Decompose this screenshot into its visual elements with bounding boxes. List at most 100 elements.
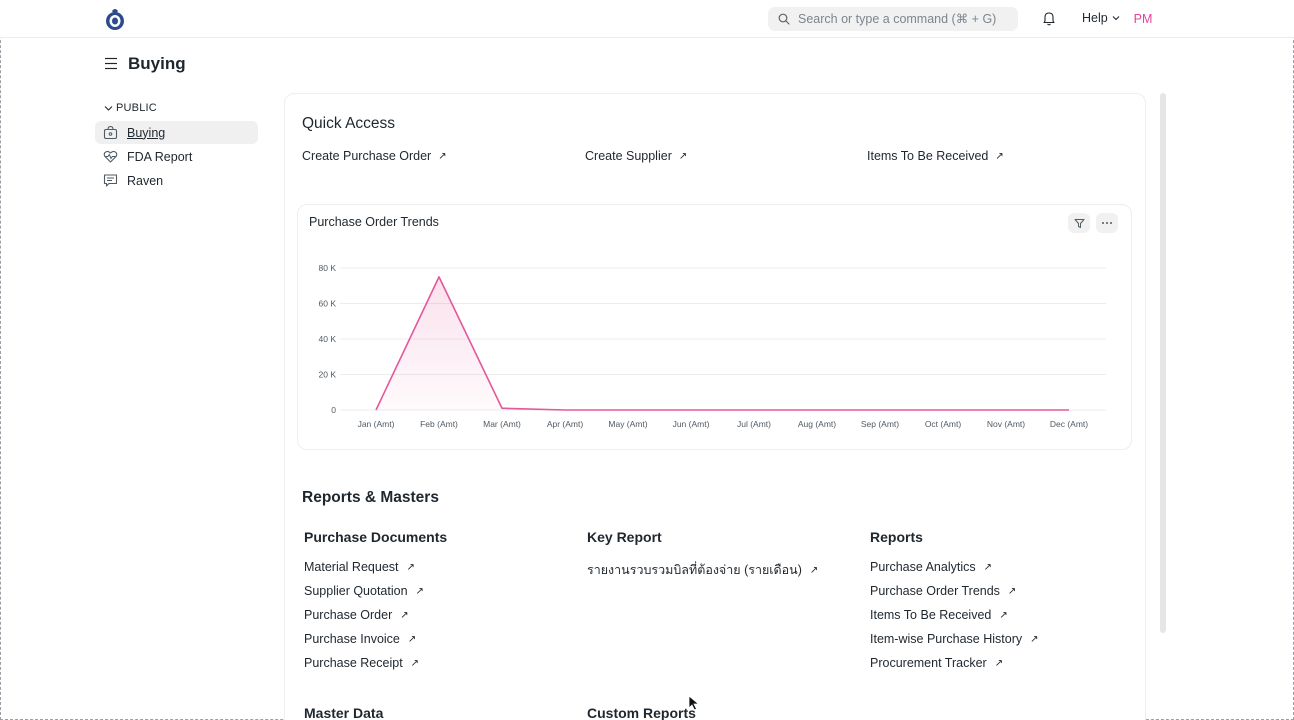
- chat-icon: [103, 173, 119, 189]
- group-title-reports: Reports: [870, 529, 923, 545]
- arrow-up-right-icon: ↗: [438, 150, 447, 162]
- chevron-down-icon: [1112, 16, 1120, 21]
- report-link[interactable]: Purchase Invoice ↗: [304, 632, 416, 646]
- report-link[interactable]: Supplier Quotation ↗: [304, 584, 424, 598]
- group-title-master-data: Master Data: [304, 705, 384, 720]
- filter-icon: [1074, 218, 1084, 228]
- navbar: Help PM: [0, 0, 1294, 38]
- quick-access-link-items-to-be-received[interactable]: Items To Be Received ↗: [867, 149, 1004, 163]
- sidebar-item-label: Buying: [127, 125, 166, 140]
- vertical-scrollbar[interactable]: [1160, 93, 1166, 633]
- page-title: Buying: [128, 54, 186, 73]
- link-label: Purchase Analytics: [870, 560, 976, 574]
- heart-pulse-icon: [103, 149, 119, 165]
- chart-title: Purchase Order Trends: [309, 215, 439, 229]
- group-title-custom-reports: Custom Reports: [587, 705, 696, 720]
- help-menu-button[interactable]: Help: [1082, 11, 1120, 25]
- search-input[interactable]: [798, 12, 998, 26]
- arrow-up-right-icon: ↗: [410, 657, 420, 669]
- report-link[interactable]: Purchase Order Trends ↗: [870, 584, 1016, 598]
- link-label: Create Purchase Order: [302, 149, 432, 163]
- help-label: Help: [1082, 11, 1108, 25]
- avatar-initials: PM: [1133, 12, 1153, 26]
- link-label: Supplier Quotation: [304, 584, 408, 598]
- x-tick-label: May (Amt): [608, 419, 647, 429]
- arrow-up-right-icon: ↗: [678, 150, 688, 162]
- link-label: Material Request: [304, 560, 399, 574]
- arrow-up-right-icon: ↗: [995, 150, 1004, 162]
- y-tick-label: 80 K: [319, 263, 337, 273]
- quick-access-title: Quick Access: [302, 115, 396, 132]
- arrow-up-right-icon: ↗: [1030, 633, 1039, 645]
- arrow-up-right-icon: ↗: [994, 657, 1004, 669]
- x-tick-label: Oct (Amt): [925, 419, 962, 429]
- link-label: Purchase Receipt: [304, 656, 403, 670]
- arrow-up-right-icon: ↗: [999, 609, 1008, 621]
- group-title-key-report: Key Report: [587, 529, 662, 545]
- x-tick-label: Nov (Amt): [987, 419, 1025, 429]
- mouse-cursor-icon: [688, 695, 700, 711]
- group-title-purchase-documents: Purchase Documents: [304, 529, 448, 545]
- report-link[interactable]: Item-wise Purchase History ↗: [870, 632, 1039, 646]
- link-label: Purchase Order Trends: [870, 584, 1000, 598]
- x-tick-label: Mar (Amt): [483, 419, 521, 429]
- arrow-up-right-icon: ↗: [983, 561, 992, 573]
- link-label: Purchase Invoice: [304, 632, 400, 646]
- x-tick-label: Jul (Amt): [737, 419, 771, 429]
- report-link[interactable]: Purchase Analytics ↗: [870, 560, 992, 574]
- sidebar-item-label: FDA Report: [127, 149, 193, 164]
- chevron-down-icon: [104, 105, 113, 111]
- chart-area-fill: [376, 276, 1069, 410]
- shopping-bag-icon: [103, 125, 119, 141]
- sidebar-section-label: PUBLIC: [116, 102, 157, 114]
- search-icon: [778, 13, 790, 25]
- quick-access-link-create-purchase-order[interactable]: Create Purchase Order ↗: [302, 149, 447, 163]
- x-tick-label: Jun (Amt): [673, 419, 710, 429]
- link-label: Items To Be Received: [867, 149, 989, 163]
- arrow-up-right-icon: ↗: [809, 564, 819, 576]
- arrow-up-right-icon: ↗: [407, 633, 417, 645]
- link-label: Item-wise Purchase History: [870, 632, 1023, 646]
- link-label: รายงานรวบรวมบิลที่ต้องจ่าย (รายเดือน): [587, 563, 802, 577]
- quick-access-link-create-supplier[interactable]: Create Supplier ↗: [585, 149, 687, 163]
- arrow-up-right-icon: ↗: [400, 609, 409, 621]
- sidebar-section-public[interactable]: PUBLIC: [104, 102, 157, 114]
- arrow-up-right-icon: ↗: [406, 561, 415, 573]
- x-tick-label: Jan (Amt): [358, 419, 395, 429]
- report-link[interactable]: Material Request ↗: [304, 560, 415, 574]
- sidebar-item-fda-report[interactable]: FDA Report: [95, 145, 258, 168]
- sidebar-item-raven[interactable]: Raven: [95, 169, 258, 192]
- search-bar[interactable]: [768, 7, 1018, 31]
- link-label: Purchase Order: [304, 608, 393, 622]
- purchase-order-trends-chart: 0 20 K 40 K 60 K 80 K Jan (Amt) Feb (Amt) Mar (…: [319, 263, 1106, 429]
- y-tick-label: 20 K: [319, 370, 337, 380]
- sidebar-item-label: Raven: [127, 173, 164, 188]
- reports-masters-title: Reports & Masters: [302, 489, 439, 506]
- x-tick-label: Apr (Amt): [547, 419, 584, 429]
- report-link[interactable]: Procurement Tracker ↗: [870, 656, 1003, 670]
- app-logo-icon[interactable]: [104, 7, 126, 31]
- link-label: Items To Be Received: [870, 608, 992, 622]
- link-label: Procurement Tracker: [870, 656, 987, 670]
- report-link[interactable]: รายงานรวบรวมบิลที่ต้องจ่าย (รายเดือน) ↗: [587, 560, 818, 580]
- x-tick-label: Sep (Amt): [861, 419, 899, 429]
- report-link[interactable]: Purchase Receipt ↗: [304, 656, 419, 670]
- y-tick-label: 40 K: [319, 334, 337, 344]
- x-tick-label: Dec (Amt): [1050, 419, 1088, 429]
- y-tick-label: 0: [331, 405, 336, 415]
- x-tick-label: Feb (Amt): [420, 419, 458, 429]
- y-tick-label: 60 K: [319, 299, 337, 309]
- more-horizontal-icon: [1102, 222, 1112, 224]
- chart-filter-button[interactable]: [1068, 213, 1090, 233]
- notification-bell-icon[interactable]: [1042, 11, 1056, 26]
- report-link[interactable]: Items To Be Received ↗: [870, 608, 1008, 622]
- x-tick-label: Aug (Amt): [798, 419, 836, 429]
- arrow-up-right-icon: ↗: [1007, 585, 1017, 597]
- chart-options-button[interactable]: [1096, 213, 1118, 233]
- sidebar-item-buying[interactable]: Buying: [95, 121, 258, 144]
- hamburger-menu-icon[interactable]: [104, 57, 118, 70]
- user-avatar[interactable]: PM: [1132, 9, 1154, 29]
- arrow-up-right-icon: ↗: [415, 585, 424, 597]
- report-link[interactable]: Purchase Order ↗: [304, 608, 409, 622]
- link-label: Create Supplier: [585, 149, 672, 163]
